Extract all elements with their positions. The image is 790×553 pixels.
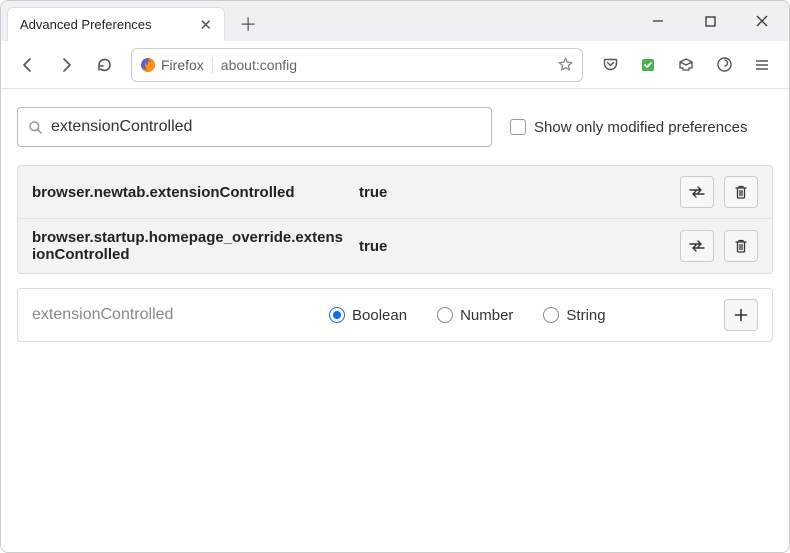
pref-value: true [359, 184, 668, 201]
pocket-button[interactable] [593, 48, 627, 82]
identity-label: Firefox [161, 57, 204, 73]
search-box[interactable] [17, 107, 492, 147]
pref-row[interactable]: browser.startup.homepage_override.extens… [18, 219, 772, 273]
pref-actions [680, 176, 758, 208]
add-pref-button[interactable] [724, 299, 758, 331]
close-window-button[interactable] [745, 7, 779, 35]
radio-label: Boolean [352, 307, 407, 324]
modified-only-toggle[interactable]: Show only modified preferences [510, 119, 747, 136]
pref-actions [680, 230, 758, 262]
pref-row[interactable]: browser.newtab.extensionControlled true [18, 166, 772, 219]
new-pref-name: extensionControlled [32, 306, 317, 324]
inbox-button[interactable] [669, 48, 703, 82]
window-controls [641, 7, 779, 35]
firefox-window: Advanced Preferences ✕ ＋ [0, 0, 790, 553]
radio-icon [437, 307, 453, 323]
radio-icon [329, 307, 345, 323]
toggle-button[interactable] [680, 176, 714, 208]
modified-only-label: Show only modified preferences [534, 119, 747, 136]
radio-label: String [566, 307, 605, 324]
plus-icon [734, 308, 748, 322]
radio-number[interactable]: Number [437, 307, 513, 324]
about-config-content: Show only modified preferences browser.n… [1, 89, 789, 552]
bookmark-star-icon[interactable] [557, 56, 574, 73]
trash-icon [734, 184, 748, 200]
url-text: about:config [221, 57, 557, 73]
type-radio-group: Boolean Number String [329, 307, 712, 324]
back-button[interactable] [11, 48, 45, 82]
forward-button[interactable] [49, 48, 83, 82]
delete-button[interactable] [724, 176, 758, 208]
search-icon [28, 120, 43, 135]
minimize-button[interactable] [641, 7, 675, 35]
close-tab-icon[interactable]: ✕ [200, 16, 213, 34]
new-tab-button[interactable]: ＋ [233, 9, 263, 39]
tab-bar: Advanced Preferences ✕ ＋ [1, 1, 789, 41]
pref-name: browser.newtab.extensionControlled [32, 184, 347, 201]
firefox-logo-icon [140, 57, 156, 73]
pref-name: browser.startup.homepage_override.extens… [32, 229, 347, 263]
delete-button[interactable] [724, 230, 758, 262]
trash-icon [734, 238, 748, 254]
extension-button[interactable] [631, 48, 665, 82]
browser-tab[interactable]: Advanced Preferences ✕ [7, 7, 225, 41]
toggle-icon [688, 185, 706, 199]
new-pref-row: extensionControlled Boolean Number Strin… [17, 288, 773, 342]
radio-icon [543, 307, 559, 323]
address-bar[interactable]: Firefox about:config [131, 48, 583, 82]
radio-string[interactable]: String [543, 307, 605, 324]
radio-label: Number [460, 307, 513, 324]
app-menu-button[interactable] [745, 48, 779, 82]
pref-value: true [359, 238, 668, 255]
nav-toolbar: Firefox about:config [1, 41, 789, 89]
tab-title: Advanced Preferences [20, 17, 152, 32]
reload-button[interactable] [87, 48, 121, 82]
pref-list: browser.newtab.extensionControlled true … [17, 165, 773, 274]
toggle-button[interactable] [680, 230, 714, 262]
radio-boolean[interactable]: Boolean [329, 307, 407, 324]
search-input[interactable] [51, 118, 481, 136]
maximize-button[interactable] [693, 7, 727, 35]
account-button[interactable] [707, 48, 741, 82]
checkbox-icon [510, 119, 526, 135]
toggle-icon [688, 239, 706, 253]
search-row: Show only modified preferences [17, 107, 773, 147]
identity-box[interactable]: Firefox [140, 57, 213, 73]
